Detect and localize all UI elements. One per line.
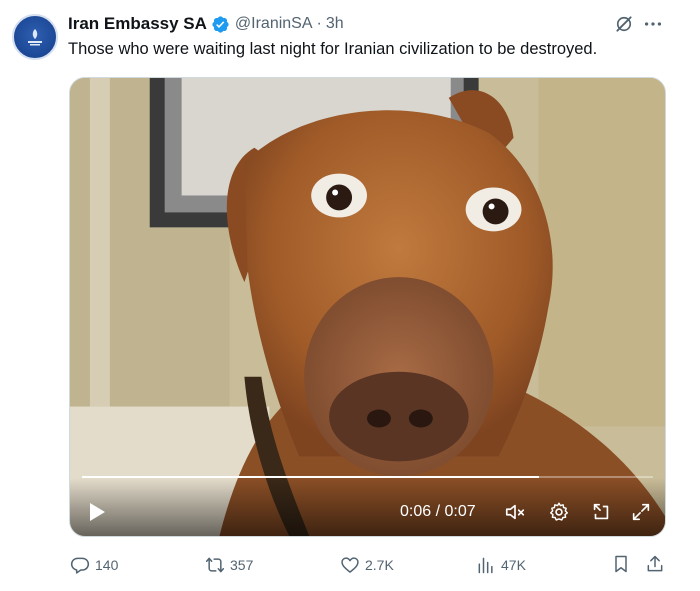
embassy-emblem-icon <box>28 29 42 46</box>
repost-icon <box>205 557 225 573</box>
heart-icon <box>341 557 359 573</box>
video-progress-fill <box>82 476 539 478</box>
author-name[interactable]: Iran Embassy SA <box>68 14 207 34</box>
play-icon[interactable] <box>88 502 106 522</box>
video-player[interactable]: 0:06 / 0:07 <box>69 77 666 537</box>
gear-icon[interactable] <box>548 501 570 523</box>
picture-in-picture-icon[interactable] <box>590 501 612 523</box>
reply-button[interactable]: 140 <box>70 552 118 578</box>
author-handle[interactable]: @IraninSA <box>235 15 313 33</box>
verified-badge-icon <box>212 15 229 33</box>
bookmark-icon[interactable] <box>611 554 631 574</box>
tweet-actions: 140 357 2.7K 47K <box>0 548 700 582</box>
tweet-text: Those who were waiting last night for Ir… <box>68 40 598 58</box>
video-frame <box>70 78 665 536</box>
video-time: 0:06 / 0:07 <box>400 503 476 520</box>
reply-icon <box>70 557 90 574</box>
reply-count: 140 <box>95 557 119 573</box>
expand-icon[interactable] <box>630 501 652 523</box>
like-count: 2.7K <box>365 557 394 573</box>
timestamp[interactable]: 3h <box>326 15 344 33</box>
views-count: 47K <box>501 557 526 573</box>
views-button[interactable]: 47K <box>476 552 526 578</box>
repost-button[interactable]: 357 <box>205 552 253 578</box>
muted-volume-icon[interactable] <box>504 501 526 523</box>
grok-icon[interactable] <box>614 14 634 34</box>
repost-count: 357 <box>230 557 254 573</box>
share-icon[interactable] <box>645 554 665 574</box>
views-chart-icon <box>478 557 493 574</box>
tweet-header: Iran Embassy SA @IraninSA · 3h <box>68 12 344 36</box>
video-progress-bar[interactable] <box>82 476 653 478</box>
video-controls: 0:06 / 0:07 <box>70 478 665 536</box>
avatar[interactable] <box>12 14 58 60</box>
like-button[interactable]: 2.7K <box>340 552 394 578</box>
separator-dot: · <box>316 15 322 32</box>
more-icon[interactable] <box>642 14 664 34</box>
